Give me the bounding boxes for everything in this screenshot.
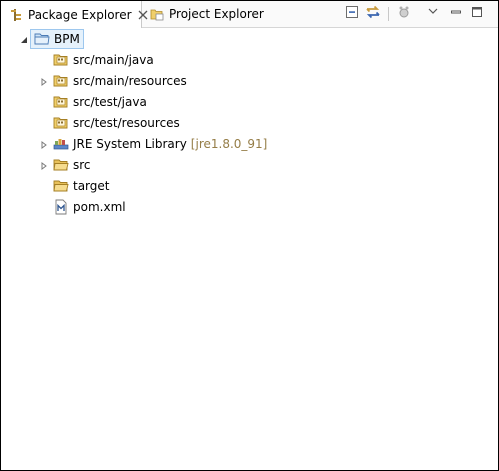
tree-item-label: pom.xml <box>73 200 126 214</box>
collapse-all-button[interactable] <box>344 5 360 21</box>
tree-item-label: src/main/java <box>73 53 154 67</box>
source-folder-icon <box>53 115 69 131</box>
source-folder-icon <box>53 52 69 68</box>
view-tab-bar: Package Explorer Project Explorer <box>1 1 498 28</box>
project-folder-icon <box>34 31 50 47</box>
tree-item-label: JRE System Library <box>73 137 187 151</box>
toolbar-separator <box>388 7 389 21</box>
tab-project-explorer[interactable]: Project Explorer <box>146 1 266 27</box>
tree-item-src[interactable]: src <box>39 155 91 175</box>
library-icon <box>53 136 69 152</box>
tab-package-explorer[interactable]: Package Explorer <box>1 1 147 28</box>
source-folder-icon <box>53 94 69 110</box>
tree-item-label: target <box>73 179 110 193</box>
tree-item-bpm[interactable]: BPM <box>19 29 84 49</box>
collapse-all-icon <box>345 5 359 22</box>
project-explorer-icon <box>150 7 164 21</box>
maven-file-icon <box>53 199 69 215</box>
minimize-icon <box>450 6 462 21</box>
expanded-arrow-icon[interactable] <box>19 35 28 44</box>
tree-item-label: src/main/resources <box>73 74 187 88</box>
tree-item-label: src/test/resources <box>73 116 180 130</box>
package-explorer-view: Package Explorer Project Explorer BPM sr… <box>0 0 499 471</box>
tree-item-selection: BPM <box>30 29 84 49</box>
collapsed-arrow-icon[interactable] <box>39 77 48 86</box>
tree-item-label: src/test/java <box>73 95 147 109</box>
tab-label: Package Explorer <box>28 7 132 22</box>
collapsed-arrow-icon[interactable] <box>39 161 48 170</box>
tree-item-src-main-resources[interactable]: src/main/resources <box>39 71 187 91</box>
view-menu-icon <box>427 6 439 20</box>
tree-item-pom-xml[interactable]: pom.xml <box>53 197 126 217</box>
folder-icon <box>53 157 69 173</box>
link-with-editor-icon <box>365 4 381 23</box>
tree-item-src-test-resources[interactable]: src/test/resources <box>53 113 180 133</box>
tree-item-src-main-java[interactable]: src/main/java <box>53 50 154 70</box>
tree-item-src-test-java[interactable]: src/test/java <box>53 92 147 112</box>
tab-label: Project Explorer <box>169 7 264 21</box>
minimize-button[interactable] <box>448 5 464 21</box>
view-menu-button[interactable] <box>425 5 441 21</box>
package-explorer-icon <box>9 8 23 22</box>
tree-item-label: BPM <box>54 32 80 46</box>
tree-item-jre-system-library[interactable]: JRE System Library [jre1.8.0_91] <box>39 134 267 154</box>
collapsed-arrow-icon[interactable] <box>39 140 48 149</box>
jre-version-decoration: [jre1.8.0_91] <box>190 137 268 151</box>
tree-item-label: src <box>73 158 91 172</box>
source-folder-icon <box>53 73 69 89</box>
maximize-icon <box>471 6 483 21</box>
tree-item-target[interactable]: target <box>53 176 110 196</box>
focus-icon <box>396 4 412 23</box>
folder-icon <box>53 178 69 194</box>
link-with-editor-button[interactable] <box>365 5 381 21</box>
focus-button[interactable] <box>396 5 412 21</box>
maximize-button[interactable] <box>469 5 485 21</box>
